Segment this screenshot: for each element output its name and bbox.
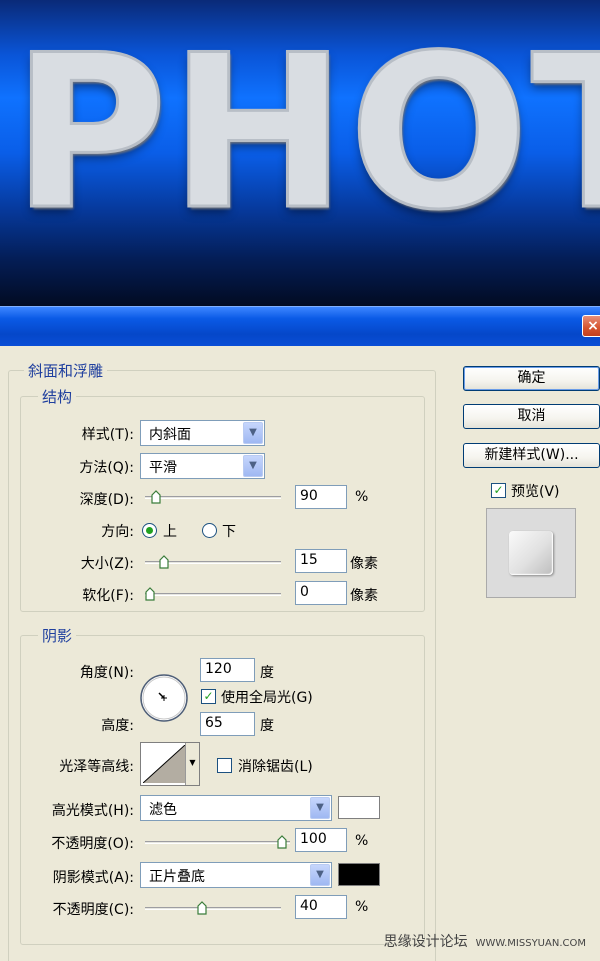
- structure-title: 结构: [38, 386, 77, 407]
- chevron-down-icon[interactable]: ▼: [310, 797, 330, 819]
- gloss-contour-picker[interactable]: ▼: [140, 742, 200, 786]
- style-select-value: 内斜面: [149, 427, 191, 443]
- slider-track: [145, 907, 281, 910]
- angle-unit: 度: [260, 665, 274, 681]
- shadow-opacity-unit: %: [355, 899, 369, 915]
- preview-checkbox[interactable]: ✓: [491, 483, 506, 498]
- watermark-text: 思缘设计论坛: [383, 934, 468, 950]
- soften-unit: 像素: [350, 588, 378, 604]
- bevel-emboss-title: 斜面和浮雕: [24, 360, 108, 381]
- soften-input[interactable]: 0: [295, 581, 347, 605]
- angle-input[interactable]: 120: [200, 658, 255, 682]
- highlight-opacity-unit: %: [355, 833, 369, 849]
- watermark: 思缘设计论坛 WWW.MISSYUAN.COM: [384, 931, 586, 951]
- slider-thumb-icon[interactable]: [145, 587, 155, 601]
- anti-aliased-checkbox[interactable]: [217, 758, 232, 773]
- shadow-opacity-slider[interactable]: [145, 901, 281, 915]
- checkmark-icon: ✓: [493, 483, 504, 497]
- slider-track: [145, 496, 281, 499]
- size-slider[interactable]: [145, 555, 281, 569]
- highlight-opacity-label: 不透明度(O):: [51, 836, 134, 852]
- shadow-mode-label: 阴影模式(A):: [52, 870, 134, 886]
- angle-label: 角度(N):: [79, 665, 134, 681]
- shadow-mode-select[interactable]: 正片叠底 ▼: [140, 862, 332, 888]
- new-style-button[interactable]: 新建样式(W)...: [463, 443, 600, 468]
- shadow-opacity-input[interactable]: 40: [295, 895, 347, 919]
- gloss-contour-label: 光泽等高线:: [59, 759, 134, 775]
- checkmark-icon: ✓: [203, 689, 214, 703]
- slider-thumb-icon[interactable]: [159, 555, 169, 569]
- soften-label: 软化(F):: [82, 588, 134, 604]
- size-unit: 像素: [350, 556, 378, 572]
- depth-slider[interactable]: [145, 490, 281, 504]
- depth-input[interactable]: 90: [295, 485, 347, 509]
- preview-label[interactable]: 预览(V): [511, 481, 560, 501]
- slider-track: [145, 841, 290, 844]
- watermark-url: WWW.MISSYUAN.COM: [475, 938, 586, 949]
- chevron-down-icon[interactable]: ▼: [310, 864, 330, 886]
- global-light-checkbox[interactable]: ✓: [201, 689, 216, 704]
- layer-style-dialog: 斜面和浮雕 结构 样式(T): 内斜面 ▼ 方法(Q): 平滑 ▼ 深度(D):…: [0, 346, 600, 961]
- direction-down-radio[interactable]: [202, 523, 217, 538]
- depth-label: 深度(D):: [79, 492, 134, 508]
- technique-label: 方法(Q):: [79, 460, 134, 476]
- preview-swatch: [509, 531, 553, 575]
- shading-title: 阴影: [38, 625, 77, 646]
- direction-up-radio[interactable]: [142, 523, 157, 538]
- style-label: 样式(T):: [81, 427, 134, 443]
- highlight-opacity-input[interactable]: 100: [295, 828, 347, 852]
- highlight-opacity-slider[interactable]: [145, 835, 290, 849]
- size-label: 大小(Z):: [80, 556, 134, 572]
- shadow-opacity-label: 不透明度(C):: [52, 902, 134, 918]
- close-icon[interactable]: ×: [582, 315, 600, 337]
- cancel-button[interactable]: 取消: [463, 404, 600, 429]
- size-input[interactable]: 15: [295, 549, 347, 573]
- soften-slider[interactable]: [145, 587, 281, 601]
- altitude-unit: 度: [260, 718, 274, 734]
- slider-thumb-icon[interactable]: [277, 835, 287, 849]
- style-select[interactable]: 内斜面 ▼: [140, 420, 265, 446]
- direction-down-label[interactable]: 下: [222, 521, 236, 541]
- technique-select-value: 平滑: [149, 460, 177, 476]
- highlight-mode-select[interactable]: 滤色 ▼: [140, 795, 332, 821]
- slider-thumb-icon[interactable]: [197, 901, 207, 915]
- direction-up-label[interactable]: 上: [163, 521, 177, 541]
- highlight-mode-label: 高光模式(H):: [51, 803, 134, 819]
- radio-dot: [146, 527, 153, 534]
- banner-text: PHOT: [11, 8, 600, 258]
- highlight-mode-value: 滤色: [149, 802, 177, 818]
- contour-dropdown-icon[interactable]: ▼: [185, 743, 199, 785]
- canvas-preview-banner: PHOT: [0, 0, 600, 306]
- contour-preview-icon: [143, 745, 185, 783]
- chevron-down-icon[interactable]: ▼: [243, 422, 263, 444]
- depth-unit: %: [355, 489, 369, 505]
- slider-thumb-icon[interactable]: [151, 490, 161, 504]
- angle-dial-icon[interactable]: [139, 673, 189, 723]
- shadow-color-swatch[interactable]: [338, 863, 380, 886]
- style-preview-thumbnail: [486, 508, 576, 598]
- technique-select[interactable]: 平滑 ▼: [140, 453, 265, 479]
- highlight-color-swatch[interactable]: [338, 796, 380, 819]
- direction-label: 方向:: [101, 524, 134, 540]
- slider-track: [145, 593, 281, 596]
- anti-aliased-label[interactable]: 消除锯齿(L): [238, 756, 313, 776]
- chevron-down-icon[interactable]: ▼: [243, 455, 263, 477]
- ok-button[interactable]: 确定: [463, 366, 600, 391]
- dialog-title-bar[interactable]: ×: [0, 306, 600, 346]
- altitude-label: 高度:: [101, 718, 134, 734]
- altitude-input[interactable]: 65: [200, 712, 255, 736]
- shadow-mode-value: 正片叠底: [149, 869, 205, 885]
- global-light-label[interactable]: 使用全局光(G): [221, 687, 313, 707]
